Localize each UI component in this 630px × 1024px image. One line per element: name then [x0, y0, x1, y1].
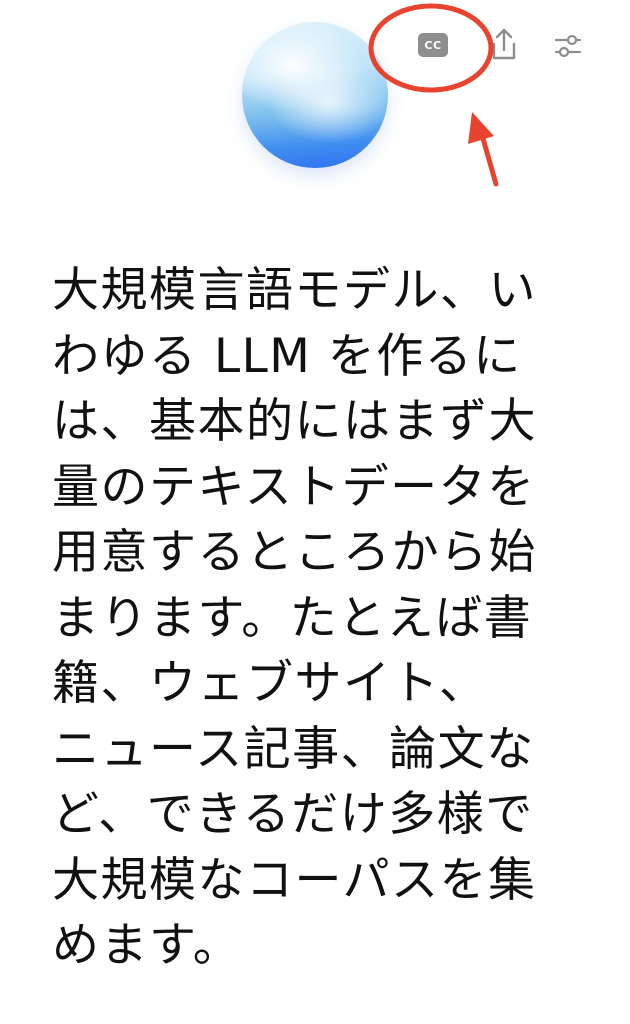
- closed-captions-button[interactable]: CC: [418, 33, 448, 57]
- transcript-line: は、基本的にはまず大: [52, 394, 537, 449]
- voice-orb: [242, 22, 388, 168]
- highlight-arrow-head: [468, 112, 494, 144]
- transcript-line: ニュース記事、論文な: [52, 721, 535, 777]
- transcript-line: 大規模なコーパスを集: [52, 852, 537, 908]
- share-icon: [492, 28, 516, 60]
- closed-captions-icon: CC: [424, 38, 442, 52]
- transcript-line: 用意するところから始: [52, 525, 537, 580]
- transcript-text: 大規模言語モデル、い わゆる LLM を作るに は、基本的にはまず大 量のテキス…: [52, 258, 572, 979]
- share-button[interactable]: [488, 26, 520, 64]
- transcript-line: わゆる LLM を作るに: [52, 328, 522, 384]
- transcript-line: まります。たとえば書: [52, 590, 533, 646]
- sliders-icon: [554, 34, 582, 58]
- transcript-line: 大規模言語モデル、い: [52, 263, 537, 318]
- transcript-line: めます。: [52, 918, 242, 973]
- settings-button[interactable]: [552, 30, 584, 62]
- transcript-line: 量のテキストデータを: [52, 459, 536, 515]
- transcript-line: ど、できるだけ多様で: [52, 787, 534, 842]
- transcript-line: 籍、ウェブサイト、: [52, 656, 488, 711]
- highlight-arrow-shaft: [477, 125, 499, 187]
